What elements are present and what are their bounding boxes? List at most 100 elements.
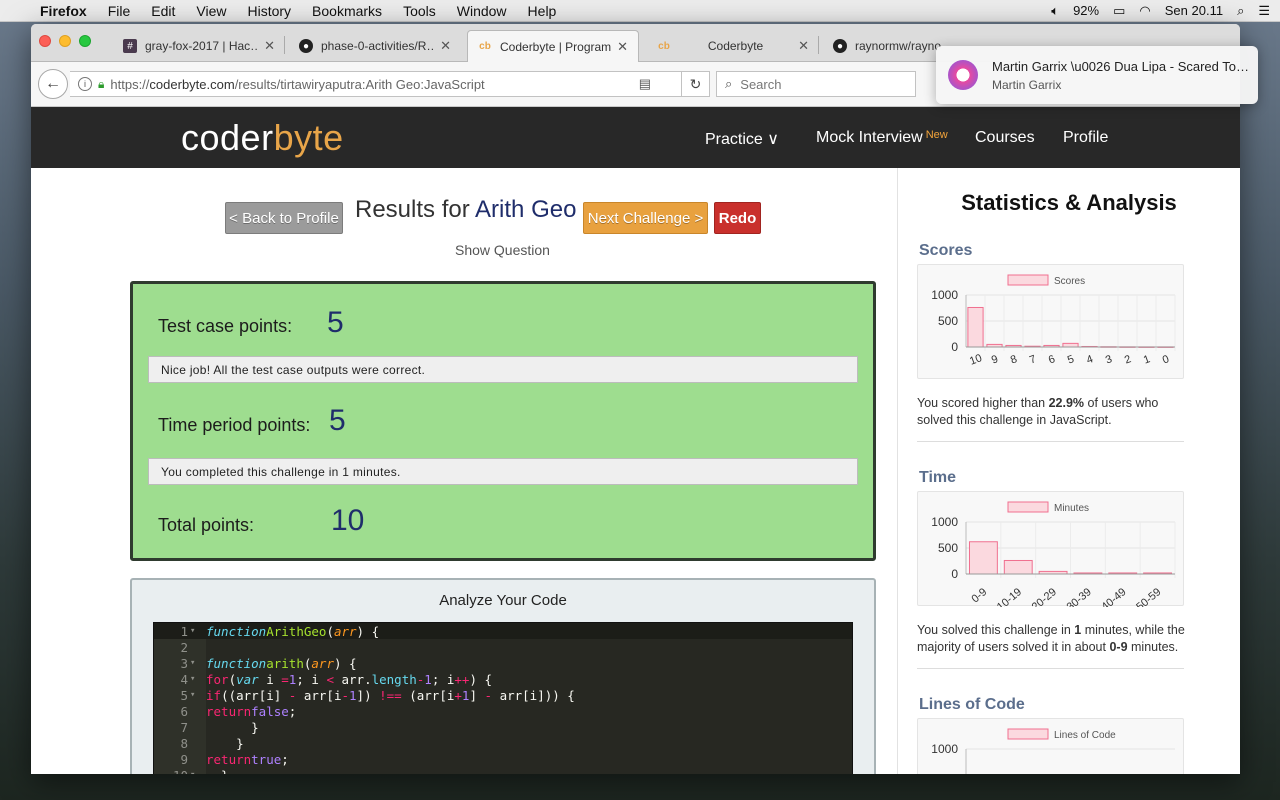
time-period-value: 5: [329, 404, 346, 437]
nav-courses[interactable]: Courses: [975, 129, 1035, 147]
legend-swatch[interactable]: [1007, 501, 1049, 513]
close-tab-icon[interactable]: ✕: [264, 38, 275, 54]
bar[interactable]: [967, 306, 984, 348]
close-tab-icon[interactable]: ✕: [617, 39, 628, 55]
x-tick-label: 4: [1085, 353, 1095, 366]
time-text: minutes.: [1127, 640, 1179, 654]
x-tick-label: 30-39: [1065, 586, 1094, 607]
analyze-code-panel: Analyze Your Code 1 ▾ function ArithGeo(ar…: [130, 578, 876, 774]
bar[interactable]: [1062, 342, 1079, 348]
menu-file[interactable]: File: [108, 3, 131, 19]
menu-tools[interactable]: Tools: [403, 3, 436, 19]
menu-help[interactable]: Help: [528, 3, 557, 19]
tab-label: Coderbyte | Program…: [500, 39, 612, 54]
menu-view[interactable]: View: [196, 3, 226, 19]
url-path: /results/tirtawiryaputra:Arith Geo:JavaS…: [234, 76, 485, 92]
code-line: 8 }: [180, 735, 244, 751]
clock[interactable]: Sen 20.11: [1165, 3, 1223, 18]
y-tick-label: 0: [951, 340, 958, 354]
url-host: coderbyte.com: [149, 76, 235, 92]
coderbyte-logo[interactable]: coderbyte: [181, 117, 344, 159]
volume-icon[interactable]: 🔈︎: [1051, 3, 1059, 19]
total-points-label: Total points:: [158, 515, 255, 535]
wifi-icon[interactable]: ◠: [1139, 3, 1150, 19]
battery-icon[interactable]: ▭: [1113, 3, 1125, 19]
show-question-link[interactable]: Show Question: [455, 242, 550, 258]
code-editor[interactable]: 1 ▾ function ArithGeo(arr) { 2 3 ▾ function…: [153, 622, 853, 774]
time-summary: You solved this challenge in 1 minutes, …: [917, 622, 1187, 656]
minimize-window-button[interactable]: [59, 35, 71, 47]
tab-1[interactable]: # gray-fox-2017 | Hac… ✕: [113, 30, 285, 62]
next-challenge-button[interactable]: Next Challenge >: [583, 202, 708, 234]
tab-2[interactable]: ● phase-0-activities/R… ✕: [289, 30, 461, 62]
x-tick-label: 40-49: [1099, 586, 1128, 607]
time-title: Time: [919, 469, 957, 486]
bar[interactable]: [968, 541, 998, 575]
scores-chart-svg: Scores1000500010 9 8 7 6 5 4 3 2 1 0: [931, 274, 1176, 368]
x-tick-label: 2: [1123, 353, 1133, 366]
test-case-label: Test case points:: [158, 316, 293, 336]
itunes-notification[interactable]: ♪ Martin Garrix \u0026 Dua Lipa - Scared…: [936, 46, 1258, 104]
back-to-profile-button[interactable]: < Back to Profile: [225, 202, 343, 234]
x-tick-label: 10: [968, 352, 984, 367]
code-line: 5 ▾ if ((arr[i] - arr[i -1]) !== (arr[i +1] …: [180, 687, 575, 703]
legend-label[interactable]: Minutes: [1054, 503, 1089, 514]
back-button[interactable]: ←: [38, 69, 68, 99]
menu-bookmarks[interactable]: Bookmarks: [312, 3, 382, 19]
challenge-name[interactable]: Arith Geo: [475, 196, 576, 223]
nav-profile[interactable]: Profile: [1063, 129, 1108, 147]
menu-window[interactable]: Window: [457, 3, 507, 19]
bar[interactable]: [1003, 559, 1033, 575]
legend-label[interactable]: Scores: [1054, 276, 1085, 287]
notification-title: Martin Garrix \u0026 Dua Lipa - Scared T…: [992, 58, 1252, 74]
window-controls: [39, 35, 91, 47]
code-line: 3 ▾ function arith(arr) {: [180, 655, 357, 671]
nav-practice[interactable]: Practice ∨: [705, 129, 779, 149]
page-content: coderbyte Practice ∨ Mock Interview New C…: [31, 107, 1240, 774]
reader-view-icon[interactable]: ▤: [639, 76, 651, 92]
close-tab-icon[interactable]: ✕: [798, 38, 809, 54]
tab-4[interactable]: cb Coderbyte ✕: [647, 30, 819, 62]
close-tab-icon[interactable]: ✕: [440, 38, 451, 54]
tab-label: Coderbyte: [707, 39, 764, 53]
close-window-button[interactable]: [39, 35, 51, 47]
menu-edit[interactable]: Edit: [151, 3, 175, 19]
zoom-window-button[interactable]: [79, 35, 91, 47]
redo-button[interactable]: Redo: [714, 202, 761, 234]
browser-window: # gray-fox-2017 | Hac… ✕ ● phase-0-activ…: [31, 24, 1240, 774]
search-placeholder: Search: [740, 76, 782, 92]
coderbyte-icon: cb: [658, 40, 670, 52]
statistics-title: Statistics & Analysis: [961, 190, 1177, 215]
reload-icon[interactable]: ↻: [682, 71, 710, 97]
time-chart: Minutes 1000 500 0 0-9 10-19 20-29 30-39 40-49 50…: [917, 491, 1184, 607]
spotlight-search-icon[interactable]: ⌕: [1237, 3, 1244, 19]
url-bar[interactable]: i 🔒︎ https://coderbyte.com/results/tirta…: [70, 71, 682, 97]
y-tick-label: 1000: [931, 742, 958, 756]
time-majority: 0-9: [1109, 640, 1128, 654]
x-tick-label: 0-9: [969, 586, 989, 605]
search-input[interactable]: ⌕ Search: [716, 71, 916, 97]
x-tick-label: 3: [1104, 353, 1114, 366]
new-badge: New: [925, 129, 948, 141]
menu-firefox[interactable]: Firefox: [40, 3, 87, 19]
menu-history[interactable]: History: [247, 3, 291, 19]
nav-mock-label: Mock Interview: [816, 129, 923, 146]
info-icon[interactable]: i: [78, 77, 92, 91]
x-tick-label: 9: [990, 353, 1000, 366]
legend-swatch[interactable]: [1007, 728, 1049, 740]
lock-icon: 🔒︎: [98, 76, 105, 91]
notification-center-icon[interactable]: ☰: [1258, 3, 1270, 19]
tab-3-active[interactable]: cb Coderbyte | Program… ✕: [467, 30, 639, 62]
lines-of-code-chart-svg: Lines of Code 1000: [931, 728, 1175, 774]
battery-percent: 92%: [1073, 3, 1100, 18]
total-points-value: 10: [331, 504, 365, 537]
legend-label[interactable]: Lines of Code: [1054, 730, 1116, 741]
x-tick-label: 7: [1028, 353, 1038, 366]
nav-mock-interview[interactable]: Mock Interview New: [816, 129, 948, 147]
logo-accent-text: byte: [273, 117, 344, 158]
x-tick-label: 50-59: [1134, 586, 1163, 607]
y-tick-label: 500: [938, 541, 958, 555]
slack-icon: #: [123, 39, 137, 53]
legend-swatch[interactable]: [1007, 274, 1049, 286]
x-tick-label: 20-29: [1030, 586, 1059, 607]
